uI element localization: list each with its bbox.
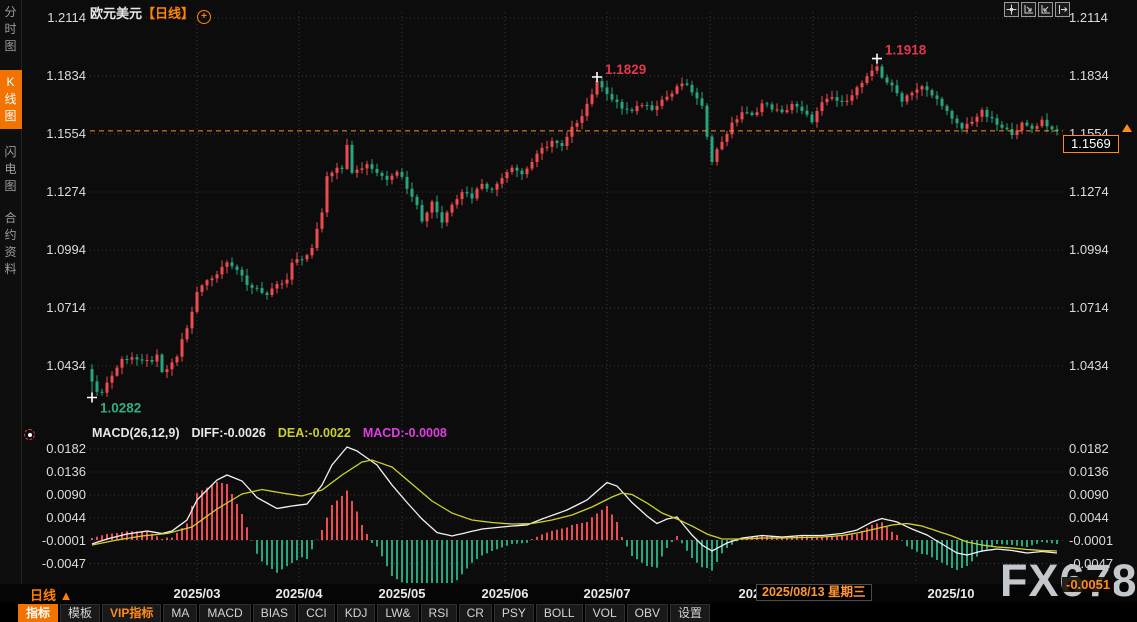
indicator-toolbar: 指标模板VIP指标MAMACDBIASCCIKDJLW&RSICRPSYBOLL… bbox=[0, 603, 1137, 622]
toolbar-button-指标[interactable]: 指标 bbox=[18, 604, 58, 622]
sidebar-item-2[interactable]: 闪电图 bbox=[0, 144, 22, 195]
sidebar-item-char: K bbox=[6, 74, 14, 91]
chart-title: 欧元美元【日线】+ bbox=[90, 3, 211, 24]
sidebar-item-char: 资 bbox=[4, 244, 16, 261]
chart-type-sidebar: 分时图K线图闪电图合约资料 bbox=[0, 0, 22, 584]
chart-tool-icons bbox=[1004, 2, 1070, 17]
macd-params-label: MACD(26,12,9) bbox=[92, 426, 180, 440]
macd-tick-label: 0.0044 bbox=[32, 510, 86, 525]
period-tag: 【日线】 bbox=[142, 6, 194, 21]
toolbar-button-OBV[interactable]: OBV bbox=[627, 604, 668, 622]
price-tick-label: 1.0994 bbox=[1069, 242, 1123, 257]
sidebar-item-char: 合 bbox=[4, 210, 16, 227]
toolbar-button-VOL[interactable]: VOL bbox=[585, 604, 625, 622]
price-tick-label: 1.1274 bbox=[1069, 184, 1123, 199]
sidebar-item-char: 图 bbox=[4, 178, 16, 195]
svg-text:1.1829: 1.1829 bbox=[605, 62, 646, 77]
toolbar-button-BIAS[interactable]: BIAS bbox=[253, 604, 296, 622]
macd-tick-label: -0.0001 bbox=[1069, 533, 1123, 548]
indicator-target-icon[interactable] bbox=[24, 429, 35, 440]
crosshair-date-tooltip: 2025/08/13 星期三 bbox=[756, 584, 872, 601]
macd-tick-label: 0.0182 bbox=[1069, 441, 1123, 456]
time-axis-label: 2025/07 bbox=[584, 586, 631, 601]
period-selector[interactable]: 日线 ▲ bbox=[30, 585, 72, 604]
macd-diff-value: DIFF:-0.0026 bbox=[192, 426, 266, 440]
price-tick-label: 1.2114 bbox=[1069, 10, 1123, 25]
toolbar-button-MACD[interactable]: MACD bbox=[199, 604, 250, 622]
sidebar-item-char: 料 bbox=[4, 261, 16, 278]
axis-scale-left-icon[interactable] bbox=[1021, 2, 1036, 17]
price-tick-label: 1.0714 bbox=[32, 300, 86, 315]
toolbar-button-LW&[interactable]: LW& bbox=[377, 604, 418, 622]
toolbar-button-模板[interactable]: 模板 bbox=[60, 604, 100, 622]
toolbar-button-VIP指标[interactable]: VIP指标 bbox=[102, 604, 161, 622]
macd-tick-label: 0.0136 bbox=[32, 464, 86, 479]
macd-tick-label: -0.0001 bbox=[32, 533, 86, 548]
toolbar-button-BOLL[interactable]: BOLL bbox=[536, 604, 583, 622]
price-macd-chart[interactable]: 1.0282 1.1829 1.1918 bbox=[0, 0, 1137, 622]
sidebar-item-char: 约 bbox=[4, 227, 16, 244]
price-tick-label: 1.1834 bbox=[32, 68, 86, 83]
svg-text:1.0282: 1.0282 bbox=[100, 401, 141, 416]
macd-macd-value: MACD:-0.0008 bbox=[363, 426, 447, 440]
macd-tick-label: 0.0182 bbox=[32, 441, 86, 456]
macd-dea-value: DEA:-0.0022 bbox=[278, 426, 351, 440]
macd-tick-label: 0.0136 bbox=[1069, 464, 1123, 479]
price-tick-label: 1.0434 bbox=[32, 358, 86, 373]
current-price-tag: 1.1569 bbox=[1063, 135, 1119, 153]
sidebar-item-char: 闪 bbox=[4, 144, 16, 161]
toolbar-button-CCI[interactable]: CCI bbox=[298, 604, 335, 622]
toolbar-button-设置[interactable]: 设置 bbox=[670, 604, 710, 622]
sidebar-item-char: 图 bbox=[4, 108, 16, 125]
pan-right-icon[interactable] bbox=[1055, 2, 1070, 17]
macd-header: MACD(26,12,9) DIFF:-0.0026 DEA:-0.0022 MACD… bbox=[92, 426, 459, 440]
price-tick-label: 1.0994 bbox=[32, 242, 86, 257]
sidebar-item-0[interactable]: 分时图 bbox=[0, 4, 22, 55]
sidebar-item-3[interactable]: 合约资料 bbox=[0, 210, 22, 278]
sidebar-item-1[interactable]: K线图 bbox=[0, 70, 22, 129]
axis-scale-right-icon[interactable] bbox=[1038, 2, 1053, 17]
trading-app-window: 1.02821.18291.1918 分时图K线图闪电图合约资料 欧元美元【日线… bbox=[0, 0, 1137, 622]
toolbar-button-CR[interactable]: CR bbox=[459, 604, 492, 622]
price-tick-label: 1.0434 bbox=[1069, 358, 1123, 373]
sidebar-item-char: 图 bbox=[4, 38, 16, 55]
macd-tick-label: 0.0090 bbox=[32, 487, 86, 502]
sidebar-item-char: 线 bbox=[4, 91, 16, 108]
crosshair-icon[interactable] bbox=[1004, 2, 1019, 17]
price-tick-label: 1.1274 bbox=[32, 184, 86, 199]
time-axis-label: 2025/03 bbox=[174, 586, 221, 601]
chart-canvas[interactable]: 1.0282 1.1829 1.1918 bbox=[0, 0, 1137, 622]
price-tick-label: 1.0714 bbox=[1069, 300, 1123, 315]
time-axis-label: 2025/05 bbox=[379, 586, 426, 601]
macd-tick-label: -0.0047 bbox=[32, 556, 86, 571]
sidebar-item-char: 分 bbox=[4, 4, 16, 21]
macd-tick-label: 0.0090 bbox=[1069, 487, 1123, 502]
time-axis-label: 2025/04 bbox=[276, 586, 323, 601]
current-price-arrow-icon bbox=[1122, 124, 1132, 132]
toolbar-button-MA[interactable]: MA bbox=[163, 604, 197, 622]
sidebar-item-char: 电 bbox=[4, 161, 16, 178]
price-tick-label: 1.1554 bbox=[32, 126, 86, 141]
add-overlay-icon[interactable]: + bbox=[197, 10, 211, 24]
macd-current-value-tag: -0.0051 bbox=[1062, 577, 1114, 592]
macd-tick-label: 0.0044 bbox=[1069, 510, 1123, 525]
time-axis-label: 2025/06 bbox=[482, 586, 529, 601]
svg-text:1.1918: 1.1918 bbox=[885, 43, 927, 58]
price-tick-label: 1.2114 bbox=[32, 10, 86, 25]
toolbar-button-PSY[interactable]: PSY bbox=[494, 604, 534, 622]
sidebar-item-char: 时 bbox=[4, 21, 16, 38]
toolbar-button-RSI[interactable]: RSI bbox=[421, 604, 457, 622]
time-axis-label: 2025/10 bbox=[928, 586, 975, 601]
toolbar-button-KDJ[interactable]: KDJ bbox=[337, 604, 376, 622]
price-tick-label: 1.1834 bbox=[1069, 68, 1123, 83]
symbol-name: 欧元美元 bbox=[90, 6, 142, 21]
